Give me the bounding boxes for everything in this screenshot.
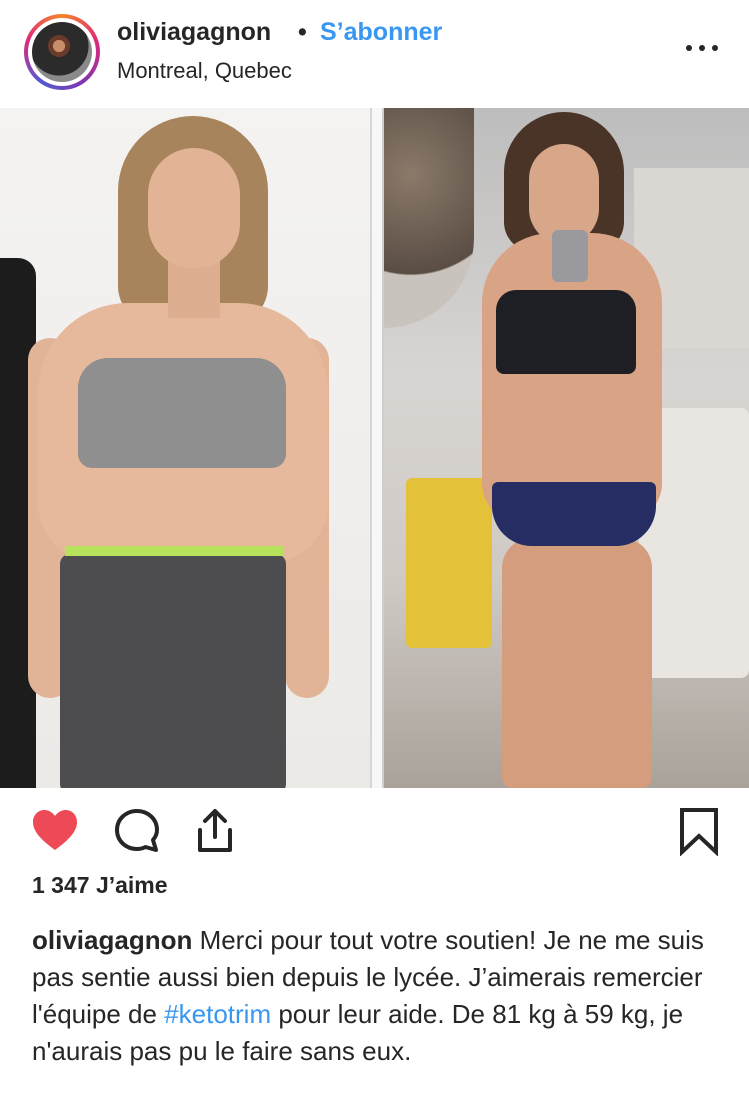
- follow-button[interactable]: S’abonner: [320, 18, 442, 47]
- post-caption: oliviagagnon Merci pour tout votre souti…: [32, 922, 722, 1070]
- photo-divider: [370, 108, 384, 788]
- username-link[interactable]: oliviagagnon: [117, 18, 271, 47]
- heart-icon[interactable]: [30, 806, 80, 856]
- action-bar: [0, 788, 749, 868]
- more-options-icon[interactable]: [680, 32, 724, 62]
- post-header: oliviagagnon • S’abonner Montreal, Quebe…: [0, 0, 749, 108]
- before-photo: [0, 108, 370, 788]
- caption-username[interactable]: oliviagagnon: [32, 925, 192, 955]
- after-photo: [384, 108, 749, 788]
- like-count[interactable]: 1 347 J’aime: [32, 872, 168, 899]
- avatar[interactable]: [32, 22, 92, 82]
- post-photo[interactable]: [0, 108, 749, 788]
- share-icon[interactable]: [190, 806, 240, 856]
- comment-icon[interactable]: [112, 806, 162, 856]
- separator-dot: •: [298, 18, 307, 46]
- location-link[interactable]: Montreal, Quebec: [117, 58, 292, 84]
- hashtag-link[interactable]: #ketotrim: [164, 999, 271, 1029]
- story-ring[interactable]: [24, 14, 100, 90]
- bookmark-icon[interactable]: [674, 806, 724, 857]
